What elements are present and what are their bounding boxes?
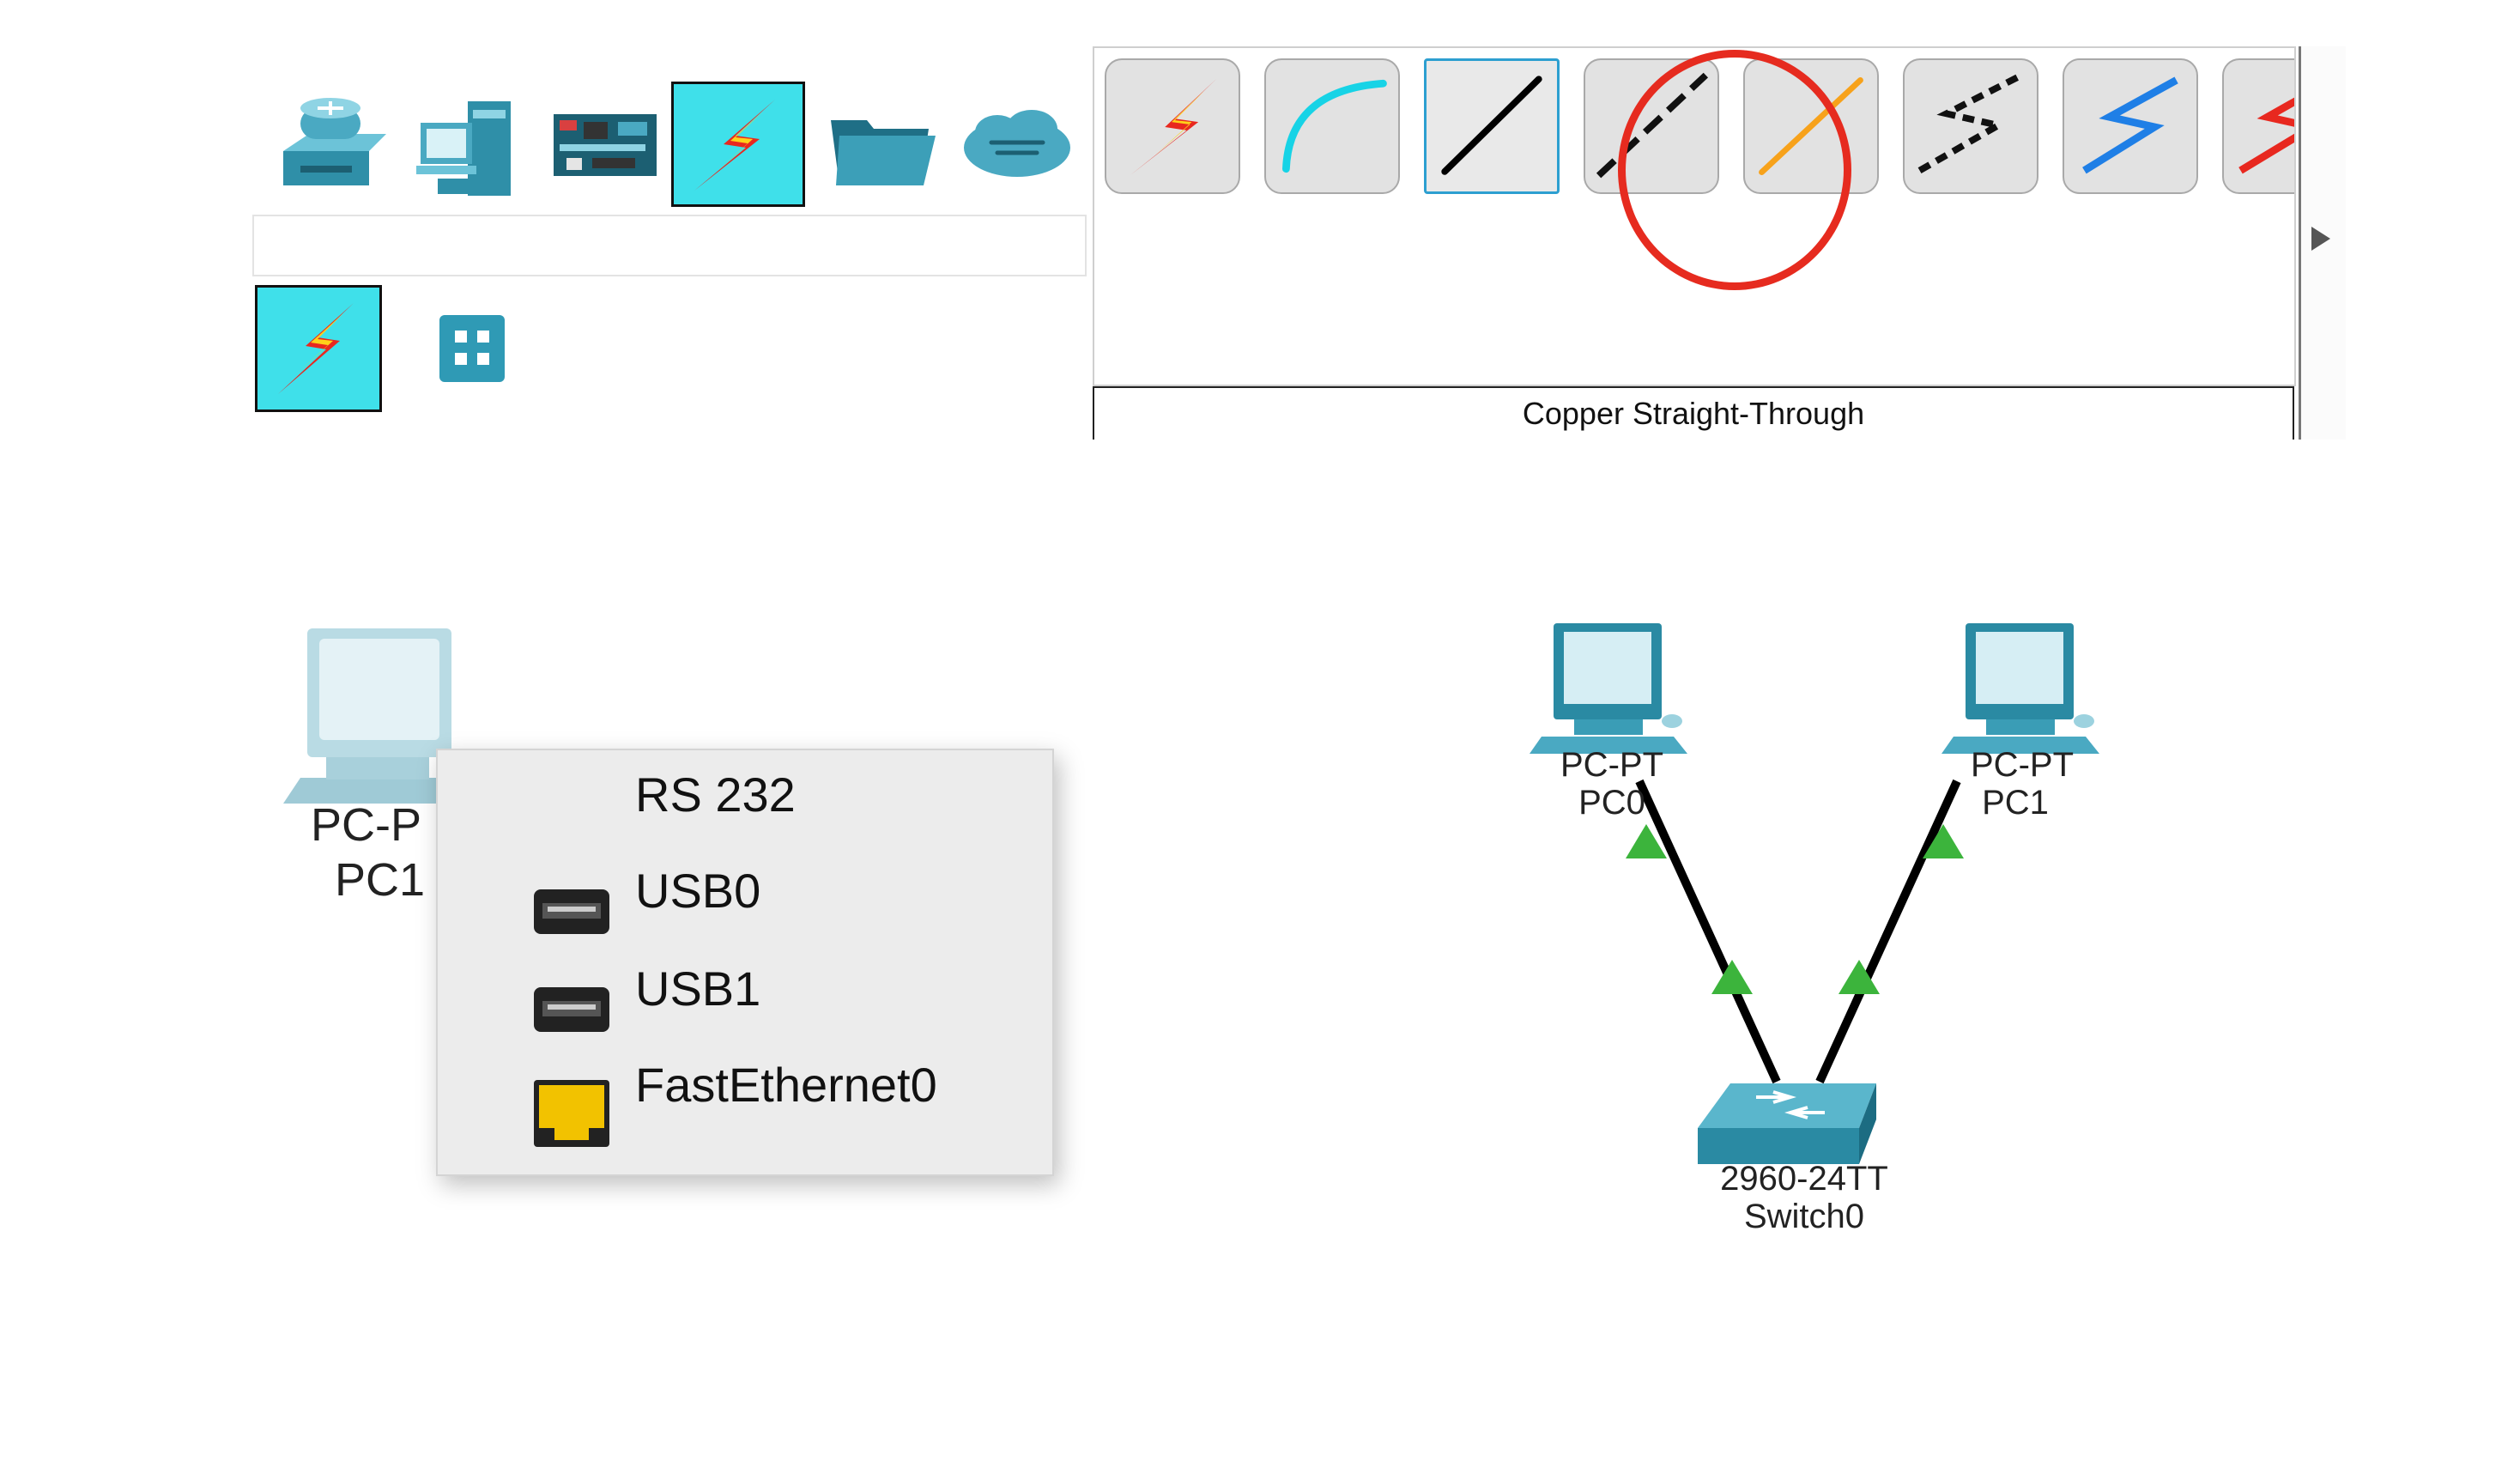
serial-cable[interactable]: [2222, 58, 2294, 194]
pc1-topology-type-label: PC-PT: [1971, 746, 2074, 784]
pc1-topology-icon[interactable]: [1940, 618, 2103, 764]
miscellaneous-icon[interactable]: [815, 84, 944, 204]
scroll-right-arrow-icon[interactable]: [2311, 227, 2330, 251]
pc0-device-icon[interactable]: [1528, 618, 1691, 764]
link-pc1-switch: [1815, 779, 1961, 1084]
phone-line-icon: [1917, 72, 2024, 174]
menu-item-fastethernet0[interactable]: FastEthernet0: [635, 1058, 937, 1113]
serial-line-icon: [2238, 97, 2294, 174]
port-selection-menu: RS 232 USB0 USB1 FastEthernet0: [436, 749, 1054, 1176]
straight-line-icon: [1441, 76, 1542, 175]
pc1-topology-name-label: PC1: [1982, 784, 2049, 822]
menu-item-usb1[interactable]: USB1: [635, 961, 760, 1016]
link-status-triangle: [1711, 960, 1753, 994]
network-topology: PC-PT PC0 PC-PT PC1 2960-24TT Switch0: [1459, 601, 2146, 1253]
coaxial-line-icon: [2082, 76, 2178, 174]
menu-item-rs232[interactable]: RS 232: [635, 767, 796, 822]
usb-port-icon: [532, 888, 611, 942]
multiuser-connection-icon[interactable]: [953, 84, 1081, 204]
ethernet-port-icon: [532, 1078, 611, 1153]
cable-scrollbar[interactable]: [2299, 46, 2346, 440]
network-devices-icon[interactable]: [257, 84, 386, 204]
switch0-model-label: 2960-24TT: [1720, 1160, 1888, 1198]
copper-straight-through-cable[interactable]: [1424, 58, 1560, 194]
automatic-connection-cable[interactable]: [1105, 58, 1240, 194]
end-devices-icon[interactable]: [399, 84, 528, 204]
pc0-name-label: PC0: [1578, 784, 1645, 822]
grid-icon[interactable]: [412, 288, 534, 409]
category-label-bar: [252, 215, 1087, 276]
console-cable-icon: [1282, 79, 1387, 173]
usb-port-icon: [532, 986, 611, 1040]
coaxial-cable[interactable]: [2063, 58, 2198, 194]
link-pc0-switch: [1635, 779, 1781, 1084]
switch0-name-label: Switch0: [1743, 1198, 1865, 1235]
selected-cable-label: Copper Straight-Through: [1093, 386, 2294, 440]
highlight-circle-annotation: [1618, 50, 1851, 290]
pc0-type-label: PC-PT: [1560, 746, 1663, 784]
menu-item-usb0[interactable]: USB0: [635, 864, 760, 919]
connections-icon[interactable]: [671, 82, 805, 207]
connections-subcategory-icon[interactable]: [255, 285, 382, 412]
device-toolbar: Copper Straight-Through: [240, 43, 2369, 440]
components-icon[interactable]: [541, 84, 669, 204]
phone-cable[interactable]: [1903, 58, 2038, 194]
console-cable[interactable]: [1264, 58, 1400, 194]
lightning-icon: [1130, 78, 1217, 176]
